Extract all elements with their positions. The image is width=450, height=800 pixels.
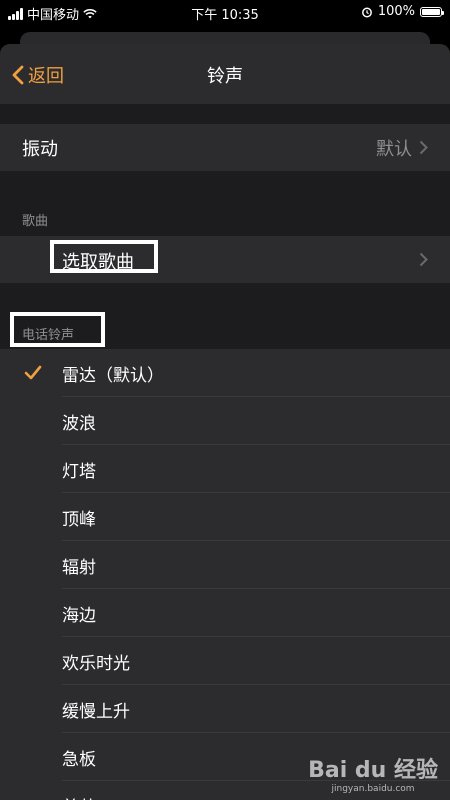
alarm-icon (361, 7, 372, 17)
ringtone-item[interactable]: 缓慢上升 (0, 685, 450, 733)
ringtone-item[interactable]: 欢乐时光 (0, 637, 450, 685)
vibration-label: 振动 (22, 138, 58, 160)
chevron-right-icon (419, 252, 428, 267)
watermark: Bai du 经验 jingyan.baidu.com (308, 752, 438, 794)
status-bar: 中国移动 下午 10:35 100% (0, 0, 450, 24)
ringtone-sheet: 返回 铃声 振动 默认 歌曲 选取歌曲 电话铃声 雷达（默认） 波浪灯塔顶峰辐射海… (0, 44, 450, 800)
ringtone-label: 煎茶 (62, 793, 96, 800)
chevron-right-icon (419, 140, 428, 155)
ringtone-label: 顶峰 (62, 509, 96, 530)
ringtone-label: 波浪 (62, 413, 96, 434)
battery-fill (422, 8, 440, 15)
page-title: 铃声 (207, 66, 243, 87)
ringtone-item[interactable]: 顶峰 (0, 493, 450, 541)
ringtones-section-header: 电话铃声 (0, 309, 450, 349)
ringtone-label: 缓慢上升 (62, 701, 130, 722)
watermark-url: jingyan.baidu.com (331, 784, 415, 794)
battery-icon (420, 6, 444, 17)
pick-song-label: 选取歌曲 (62, 252, 134, 273)
ringtone-label: 灯塔 (62, 461, 96, 482)
watermark-brand: Bai du 经验 (308, 758, 438, 783)
status-right: 100% (361, 4, 444, 19)
songs-section-header: 歌曲 (0, 206, 450, 236)
nav-bar: 返回 铃声 (0, 44, 450, 104)
ringtone-label: 急板 (62, 749, 96, 770)
ringtone-label: 雷达（默认） (62, 365, 164, 386)
ringtone-item[interactable]: 雷达（默认） (0, 349, 450, 397)
ringtone-label: 欢乐时光 (62, 653, 130, 674)
battery-percent: 100% (377, 4, 415, 19)
ringtone-item[interactable]: 波浪 (0, 397, 450, 445)
ringtone-item[interactable]: 灯塔 (0, 445, 450, 493)
songs-header-label: 歌曲 (22, 214, 49, 229)
pick-song-row[interactable]: 选取歌曲 (0, 236, 450, 283)
vibration-value: 默认 (376, 138, 412, 160)
checkmark-icon (24, 365, 42, 380)
ringtone-item[interactable]: 辐射 (0, 541, 450, 589)
ringtone-list: 雷达（默认） 波浪灯塔顶峰辐射海边欢乐时光缓慢上升急板煎茶 (0, 349, 450, 800)
ringtones-header-label: 电话铃声 (22, 328, 75, 343)
ringtone-label: 海边 (62, 605, 96, 626)
ringtone-label: 辐射 (62, 557, 96, 578)
vibration-row[interactable]: 振动 默认 (0, 124, 450, 171)
ringtone-item[interactable]: 海边 (0, 589, 450, 637)
